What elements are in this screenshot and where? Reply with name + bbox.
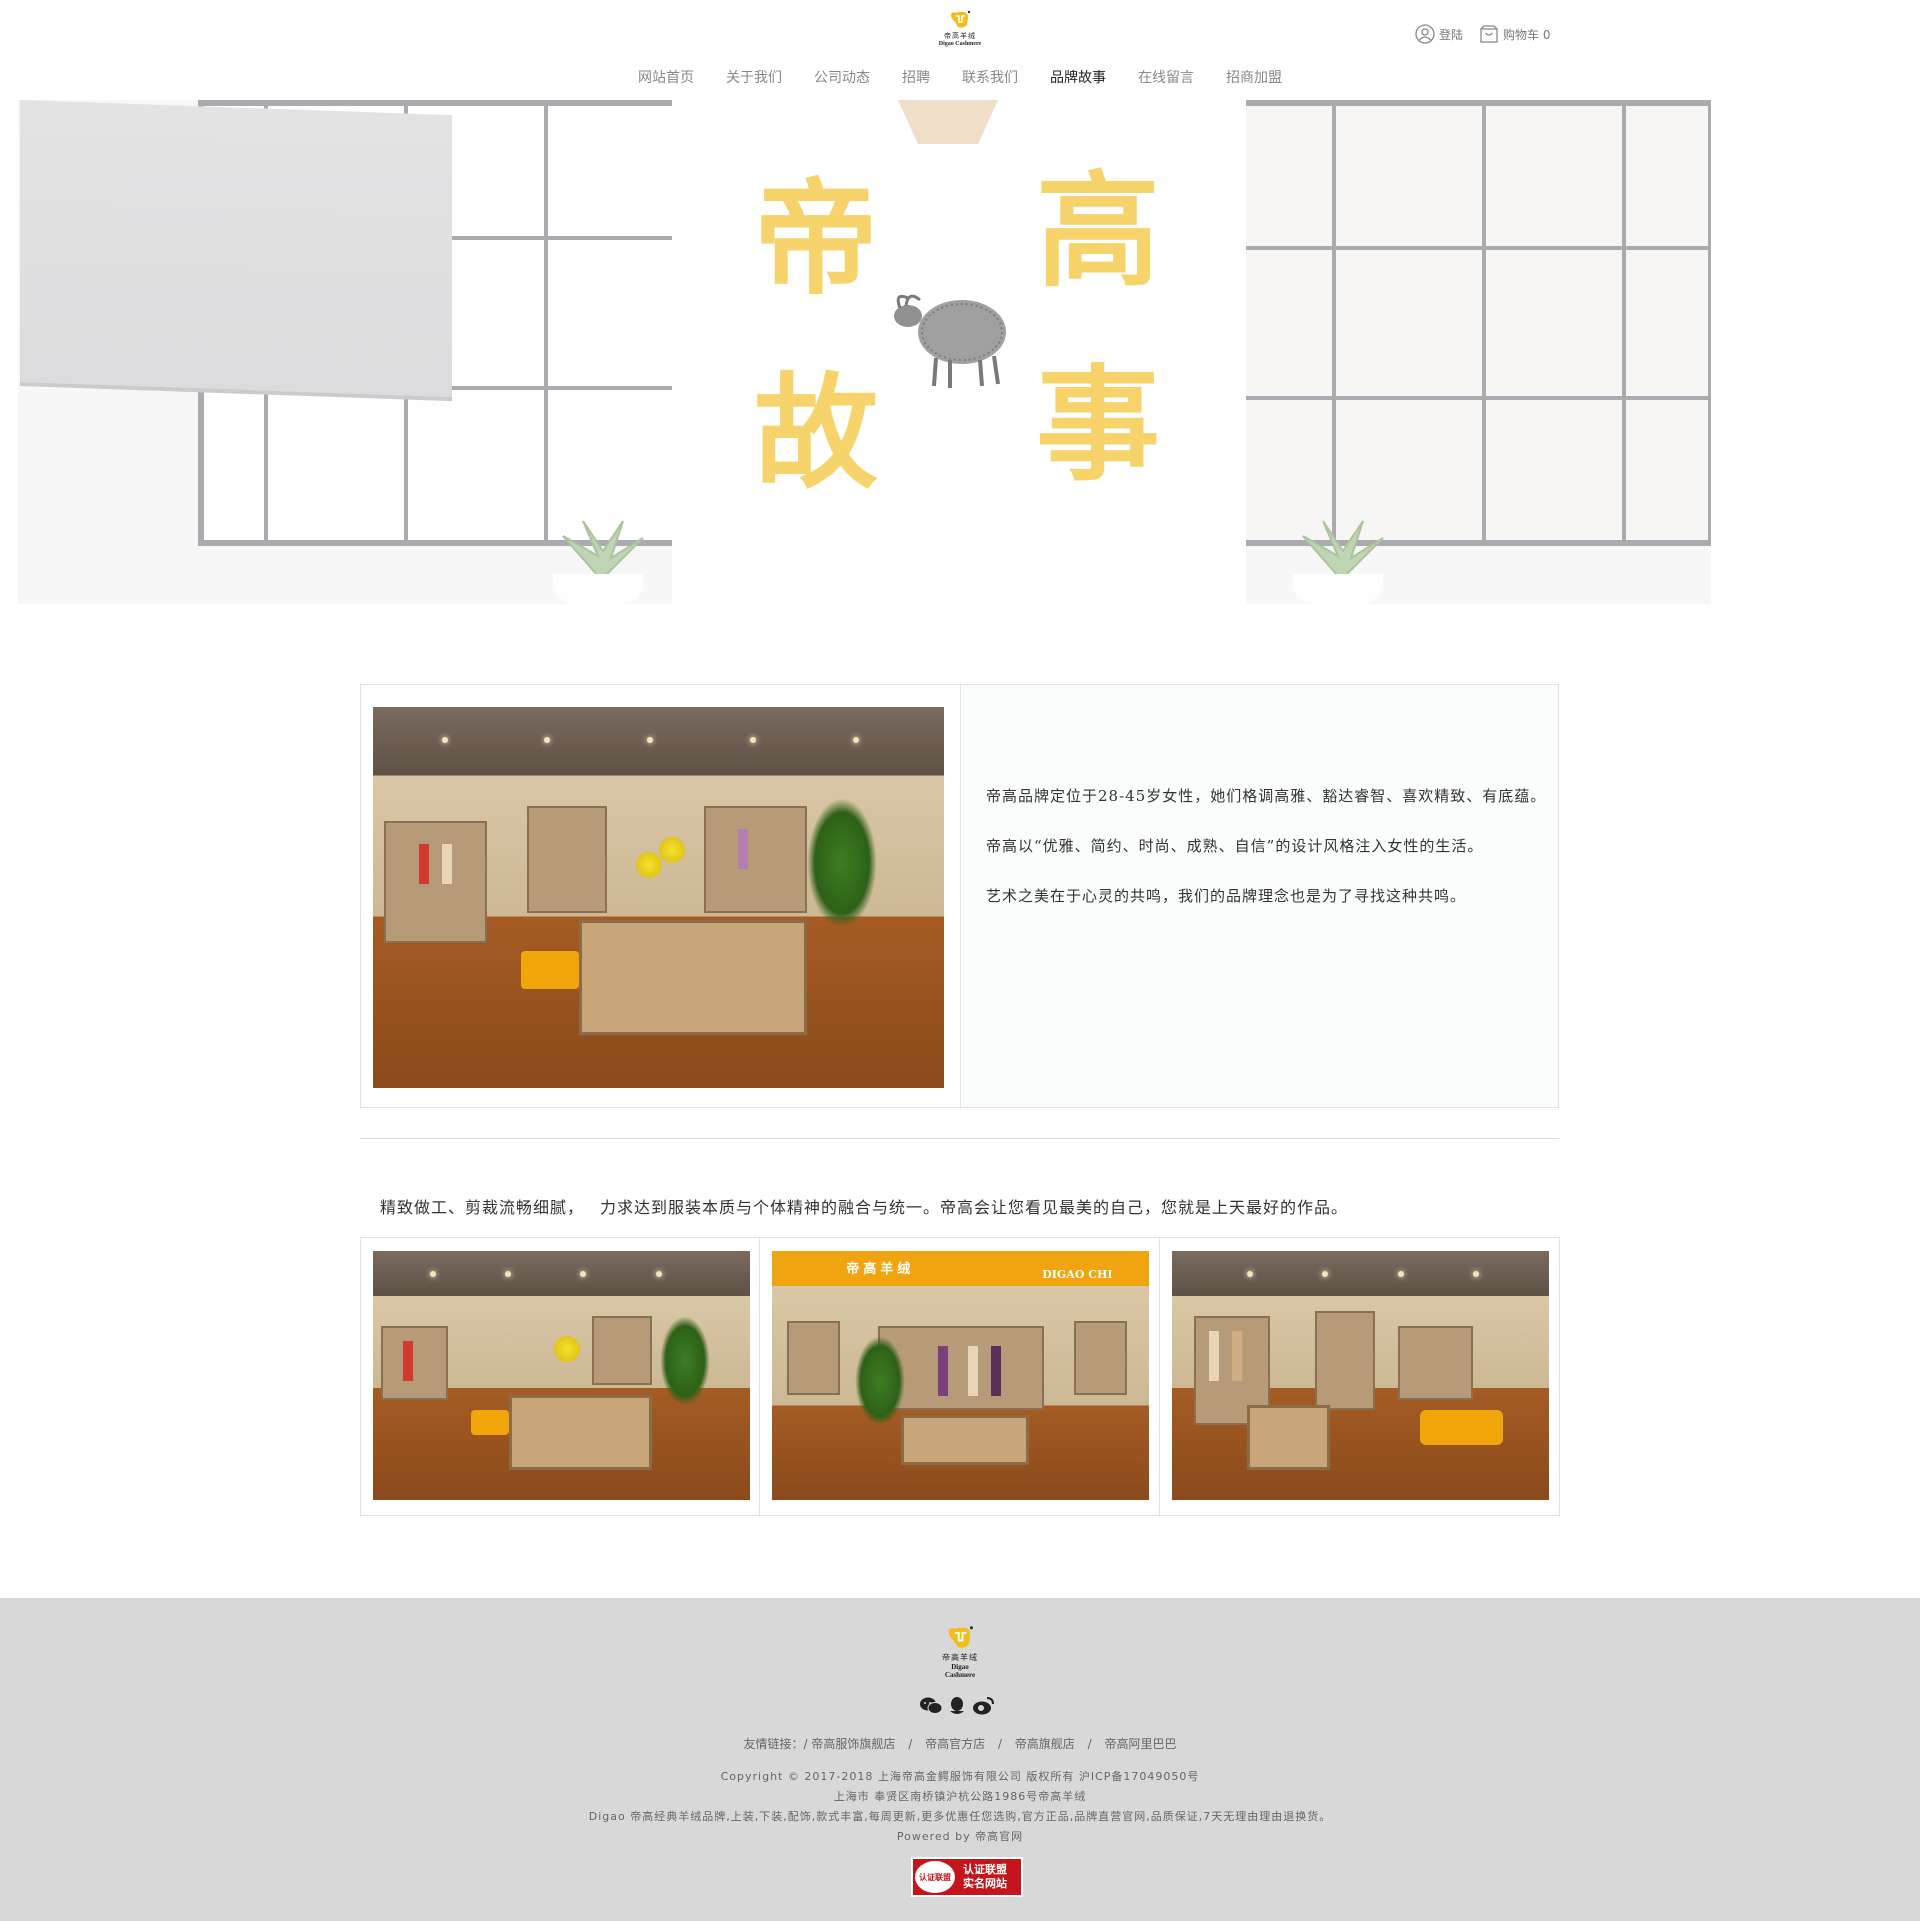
wall-tv (20, 100, 452, 402)
site-header: 帝高羊绒 Digao Cashmere 登陆 购物车 0 网站首页 关于我们 公… (0, 0, 1920, 100)
friend-link-3[interactable]: 帝高旗舰店 (1015, 1737, 1075, 1751)
intro-paragraph-3: 艺术之美在于心灵的共鸣，我们的品牌理念也是为了寻找这种共鸣。 (986, 887, 1467, 905)
hero-banner: 帝 高 故 事 (18, 100, 1711, 604)
hero-title-char-2: 高 (1036, 160, 1161, 304)
badge-seal-icon: 认证联盟 (915, 1861, 955, 1893)
badge-text: 认证联盟 实名网站 (963, 1863, 1007, 1891)
nav-item-jobs[interactable]: 招聘 (902, 68, 930, 88)
friend-links-label: 友情链接：/ (743, 1737, 808, 1751)
hero-right-window (1236, 100, 1711, 546)
address-text: 上海市 奉贤区南桥镇沪杭公路1986号帝高羊绒 (833, 1790, 1087, 1803)
brand-tagline: 精致做工、剪裁流畅细腻， 力求达到服装本质与个体精神的融合与统一。帝高会让您看见最… (380, 1194, 1364, 1218)
site-footer: 帝高羊绒 Digao Cashmere 友情链接：/ 帝高服饰旗舰店 / 帝高官… (0, 1598, 1920, 1921)
store-interior-image (373, 707, 944, 1088)
intro-paragraph-1: 帝高品牌定位于28-45岁女性，她们格调高雅、豁达睿智、喜欢精致、有底蕴。 (986, 787, 1547, 805)
gallery-item[interactable]: 帝高羊绒 DIGAO CHI (760, 1238, 1160, 1515)
store-gallery: 帝高羊绒 DIGAO CHI (360, 1237, 1560, 1516)
cart-label: 购物车 0 (1503, 27, 1551, 42)
store-sign-en: DIGAO CHI (1036, 1265, 1119, 1283)
goat-logo-icon (951, 10, 971, 28)
gallery-image-1 (373, 1251, 750, 1500)
logo-en-text: Digao Cashmere (938, 41, 982, 47)
powered-by-text: Powered by 帝高官网 (896, 1830, 1024, 1843)
footer-logo-cn: 帝高羊绒 (942, 1653, 978, 1662)
nav-item-contact[interactable]: 联系我们 (962, 68, 1018, 88)
login-label: 登陆 (1439, 27, 1464, 42)
badge-line-1: 认证联盟 (963, 1863, 1007, 1876)
plant-pot-left (553, 574, 643, 604)
nav-item-news[interactable]: 公司动态 (814, 68, 870, 88)
friend-link-1[interactable]: 帝高服饰旗舰店 (811, 1737, 895, 1751)
login-link[interactable]: 登陆 (1415, 24, 1463, 44)
gallery-item[interactable] (361, 1238, 761, 1515)
certification-badge[interactable]: 认证联盟 认证联盟 实名网站 (911, 1857, 1023, 1897)
friend-link-2[interactable]: 帝高官方店 (925, 1737, 985, 1751)
gallery-image-2: 帝高羊绒 DIGAO CHI (772, 1251, 1150, 1500)
logo-cn-text: 帝高羊绒 (944, 32, 976, 40)
gallery-item[interactable] (1160, 1238, 1559, 1515)
cart-link[interactable]: 购物车 0 (1479, 24, 1550, 44)
nav-item-home[interactable]: 网站首页 (638, 68, 694, 88)
hero-title-char-3: 故 (754, 362, 879, 506)
goat-illustration-icon (894, 294, 1006, 388)
user-icon (1415, 24, 1435, 44)
hero-title-char-1: 帝 (754, 168, 879, 312)
nav-item-message[interactable]: 在线留言 (1138, 68, 1194, 88)
user-links: 登陆 购物车 0 (1415, 24, 1566, 44)
intro-text-panel: 帝高品牌定位于28-45岁女性，她们格调高雅、豁达睿智、喜欢精致、有底蕴。 帝高… (962, 685, 1558, 1107)
description-text: Digao 帝高经典羊绒品牌,上装,下装,配饰,款式丰富,每周更新,更多优惠任您… (588, 1810, 1332, 1823)
shopping-bag-icon (1480, 25, 1498, 43)
nav-item-about[interactable]: 关于我们 (726, 68, 782, 88)
site-logo[interactable]: 帝高羊绒 Digao Cashmere (936, 10, 984, 56)
qq-icon[interactable] (944, 1696, 970, 1716)
footer-logo[interactable]: 帝高羊绒 Digao Cashmere (936, 1625, 984, 1681)
copyright-text: Copyright © 2017-2018 上海帝高金鳄服饰有限公司 版权所有 … (720, 1770, 1200, 1783)
tagline-part-2: 力求达到服装本质与个体精神的融合与统一。帝高会让您看见最美的自己，您就是上天最好… (600, 1198, 1349, 1217)
main-nav: 网站首页 关于我们 公司动态 招聘 联系我们 品牌故事 在线留言 招商加盟 (0, 68, 1920, 88)
hero-title-char-4: 事 (1036, 354, 1161, 498)
badge-line-2: 实名网站 (963, 1877, 1007, 1890)
social-icons (918, 1696, 996, 1716)
footer-logo-en: Digao Cashmere (944, 1663, 976, 1679)
gallery-image-3 (1171, 1251, 1549, 1500)
nav-item-franchise[interactable]: 招商加盟 (1226, 68, 1282, 88)
weibo-icon[interactable] (970, 1696, 996, 1716)
intro-text: 帝高品牌定位于28-45岁女性，她们格调高雅、豁达睿智、喜欢精致、有底蕴。 帝高… (986, 771, 1552, 921)
friend-link-4[interactable]: 帝高阿里巴巴 (1105, 1737, 1177, 1751)
nav-item-brand-story[interactable]: 品牌故事 (1050, 68, 1106, 88)
section-divider (360, 1138, 1559, 1139)
intro-image-frame (361, 685, 961, 1107)
wechat-icon[interactable] (918, 1696, 944, 1716)
tagline-part-1: 精致做工、剪裁流畅细腻， (380, 1198, 585, 1217)
friend-links: 友情链接：/ 帝高服饰旗舰店 / 帝高官方店 / 帝高旗舰店 / 帝高阿里巴巴 (743, 1737, 1177, 1751)
plant-pot-right (1293, 574, 1383, 604)
brand-intro-section: 帝高品牌定位于28-45岁女性，她们格调高雅、豁达睿智、喜欢精致、有底蕴。 帝高… (360, 684, 1559, 1108)
goat-logo-icon (948, 1626, 973, 1648)
footer-info: Copyright © 2017-2018 上海帝高金鳄服饰有限公司 版权所有 … (0, 1767, 1920, 1847)
store-scene (373, 707, 944, 1088)
store-sign-cn: 帝高羊绒 (840, 1255, 921, 1279)
intro-paragraph-2: 帝高以“优雅、简约、时尚、成熟、自信”的设计风格注入女性的生活。 (986, 837, 1484, 855)
